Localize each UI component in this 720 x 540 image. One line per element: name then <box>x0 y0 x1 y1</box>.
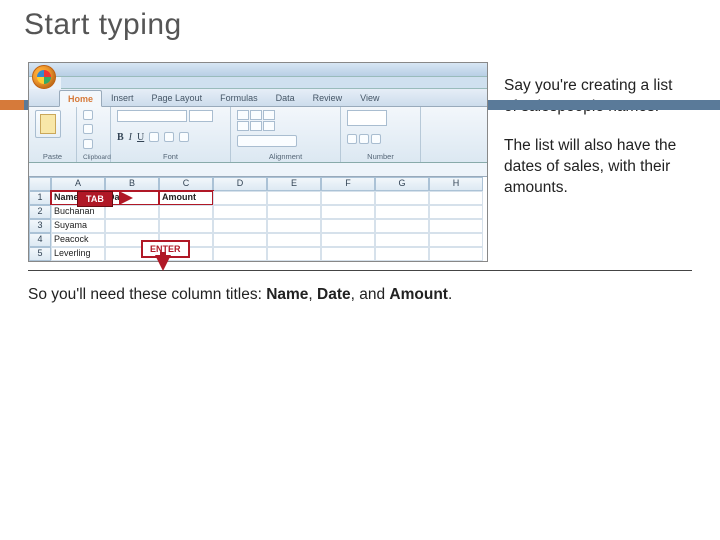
row-4: 4 <box>29 233 51 247</box>
fontsize-select <box>189 110 213 122</box>
numberformat-select <box>347 110 387 126</box>
col-C: C <box>159 177 213 191</box>
tab-home: Home <box>59 90 102 107</box>
excel-screenshot: Home Insert Page Layout Formulas Data Re… <box>28 62 488 262</box>
row-5: 5 <box>29 247 51 261</box>
percent-icon <box>359 134 369 144</box>
tab-pagelayout: Page Layout <box>143 89 212 106</box>
bottom-prefix: So you'll need these column titles: <box>28 286 266 303</box>
paste-label: Paste <box>35 152 70 161</box>
col-G: G <box>375 177 429 191</box>
tab-insert: Insert <box>102 89 143 106</box>
cell-C1: Amount <box>159 191 213 205</box>
col-E: E <box>267 177 321 191</box>
font-group-label: Font <box>117 152 224 161</box>
copy-icon <box>83 124 93 134</box>
merge-icon <box>237 135 297 147</box>
arrow-down-icon <box>155 255 171 271</box>
fill-icon <box>164 132 174 142</box>
paragraph-2: The list will also have the dates of sal… <box>504 136 686 199</box>
tab-review: Review <box>304 89 352 106</box>
underline-icon: U <box>137 132 144 143</box>
ribbon-tabs: Home Insert Page Layout Formulas Data Re… <box>29 89 487 107</box>
tab-view: View <box>351 89 388 106</box>
comma-icon <box>371 134 381 144</box>
tab-data: Data <box>267 89 304 106</box>
font-select <box>117 110 187 122</box>
cell-A5: Leverling <box>51 247 105 261</box>
fontcolor-icon <box>179 132 189 142</box>
row-3: 3 <box>29 219 51 233</box>
tab-key-badge: TAB <box>77 191 113 207</box>
italic-icon: I <box>129 132 132 143</box>
bold-name: Name <box>266 286 308 303</box>
bold-amount: Amount <box>389 286 448 303</box>
col-F: F <box>321 177 375 191</box>
alignment-label: Alignment <box>237 152 334 161</box>
tab-formulas: Formulas <box>211 89 267 106</box>
paragraph-1: Say you're creating a list of salespeopl… <box>504 76 686 118</box>
row-2: 2 <box>29 205 51 219</box>
paste-icon <box>35 110 61 138</box>
right-text-block: Say you're creating a list of salespeopl… <box>488 54 698 262</box>
alignment-grid-icon <box>237 110 334 131</box>
col-H: H <box>429 177 483 191</box>
col-A: A <box>51 177 105 191</box>
cell-A2: Buchanan <box>51 205 105 219</box>
accent-bar-orange <box>0 100 24 110</box>
selectall-corner <box>29 177 51 191</box>
slide-title: Start typing <box>0 0 720 46</box>
col-B: B <box>105 177 159 191</box>
formula-bar <box>29 163 487 177</box>
cut-icon <box>83 110 93 120</box>
worksheet-grid: A B C D E F G H 1 Name Date Amount 2Buch… <box>29 177 487 261</box>
content-row: Home Insert Page Layout Formulas Data Re… <box>0 54 720 262</box>
bottom-paragraph: So you'll need these column titles: Name… <box>0 271 720 306</box>
clipboard-label: Clipboard <box>83 154 104 161</box>
row-1: 1 <box>29 191 51 205</box>
arrow-right-icon <box>119 191 133 205</box>
office-button-icon <box>32 65 56 89</box>
currency-icon <box>347 134 357 144</box>
bold-icon: B <box>117 132 124 143</box>
cell-A3: Suyama <box>51 219 105 233</box>
formatpainter-icon <box>83 139 93 149</box>
ribbon: Paste Clipboard B I U Font <box>29 107 487 163</box>
cell-A4: Peacock <box>51 233 105 247</box>
number-label: Number <box>347 152 414 161</box>
border-icon <box>149 132 159 142</box>
col-D: D <box>213 177 267 191</box>
bold-date: Date <box>317 286 351 303</box>
